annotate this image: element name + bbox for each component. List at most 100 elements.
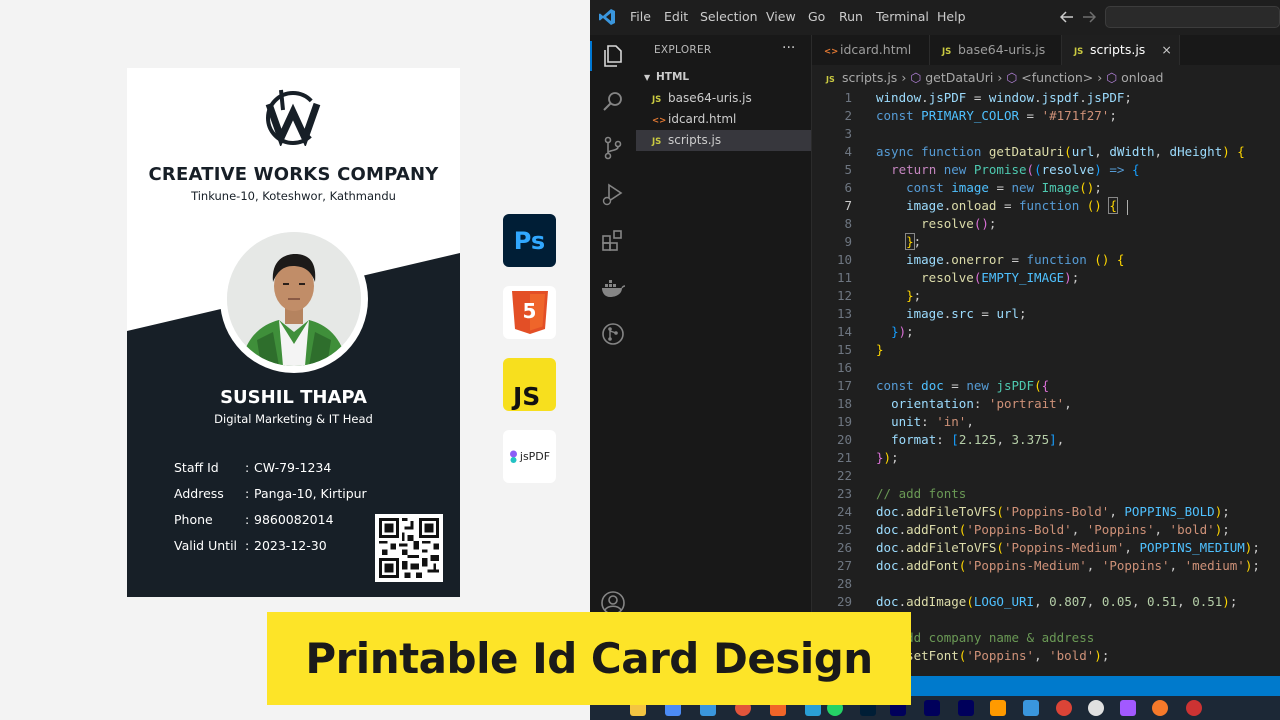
- html5-label: 5: [522, 299, 537, 323]
- file-name: scripts.js: [668, 133, 722, 147]
- menu-help[interactable]: Help: [937, 9, 966, 24]
- back-arrow-icon[interactable]: [1060, 11, 1074, 23]
- menu-run[interactable]: Run: [839, 9, 863, 24]
- menu-go[interactable]: Go: [808, 9, 825, 24]
- tab-idcard-html[interactable]: <> idcard.html: [812, 35, 930, 65]
- code-line: image.src = url;: [906, 306, 1027, 321]
- command-search-box[interactable]: [1105, 6, 1280, 28]
- extensions-icon[interactable]: [600, 227, 626, 253]
- figma-icon[interactable]: [1120, 700, 1136, 716]
- run-debug-icon[interactable]: [600, 181, 626, 207]
- code-line: doc.setFont('Poppins', 'bold');: [876, 648, 1110, 663]
- forward-arrow-icon[interactable]: [1082, 11, 1096, 23]
- line-number: 13: [836, 306, 852, 321]
- menu-edit[interactable]: Edit: [664, 9, 688, 24]
- code-editor[interactable]: 1 2 3 4 5 6 7 8 9 10 11 12 13 14 15 16 1…: [812, 88, 1280, 676]
- chrome-icon[interactable]: [1056, 700, 1072, 716]
- folder-html[interactable]: ▼ HTML: [644, 71, 689, 83]
- menu-terminal[interactable]: Terminal: [876, 9, 929, 24]
- tab-label: scripts.js: [1090, 42, 1146, 57]
- blender-icon[interactable]: [1152, 700, 1168, 716]
- menu-view[interactable]: View: [766, 9, 796, 24]
- code-line: });: [891, 324, 914, 339]
- code-line: // add fonts: [876, 486, 967, 501]
- menu-file[interactable]: File: [630, 9, 651, 24]
- info-separator: :: [245, 512, 250, 527]
- media-encoder-icon[interactable]: [924, 700, 940, 716]
- editor-tabs: <> idcard.html JS base64-uris.js JS scripts…: [812, 35, 1280, 65]
- html-file-icon: <>: [652, 116, 667, 126]
- photoshop-label: Ps: [513, 226, 546, 255]
- tab-base64-uris-js[interactable]: JS base64-uris.js: [930, 35, 1062, 65]
- code-line: doc.addFont('Poppins-Medium', 'Poppins',…: [876, 558, 1260, 573]
- line-number: 26: [836, 540, 852, 555]
- code-line: doc.addFileToVFS('Poppins-Bold', POPPINS…: [876, 504, 1230, 519]
- line-number: 12: [836, 288, 852, 303]
- close-icon[interactable]: ×: [1161, 42, 1171, 57]
- js-file-icon: JS: [1074, 47, 1084, 57]
- html-file-icon: <>: [824, 47, 839, 57]
- app-icon[interactable]: [1186, 700, 1202, 716]
- breadcrumb-function[interactable]: getDataUri: [925, 70, 993, 85]
- employee-role: Digital Marketing & IT Head: [214, 412, 373, 426]
- code-line: orientation: 'portrait',: [891, 396, 1072, 411]
- breadcrumb-file[interactable]: scripts.js: [842, 70, 897, 85]
- javascript-label: JS: [513, 382, 541, 411]
- company-name: CREATIVE WORKS COMPANY: [148, 164, 439, 185]
- title-banner: Printable Id Card Design: [267, 612, 911, 705]
- info-value: 2023-12-30: [254, 538, 327, 553]
- code-line: doc.addFont('Poppins-Bold', 'Poppins', '…: [876, 522, 1230, 537]
- folder-label: HTML: [656, 71, 690, 83]
- js-file-icon: JS: [826, 75, 835, 84]
- file-idcard-html[interactable]: <> idcard.html: [636, 109, 811, 130]
- file-name: base64-uris.js: [668, 91, 752, 105]
- line-number: 24: [836, 504, 852, 519]
- code-line: };: [905, 233, 922, 250]
- line-number: 15: [836, 342, 852, 357]
- explorer-sidebar: EXPLORER ··· ▼ HTML JS base64-uris.js <> id…: [636, 35, 812, 700]
- breadcrumb-onload[interactable]: onload: [1121, 70, 1163, 85]
- title-bar: File Edit Selection View Go Run Terminal…: [590, 0, 1280, 35]
- tab-label: base64-uris.js: [958, 42, 1046, 57]
- file-base64-uris-js[interactable]: JS base64-uris.js: [636, 88, 811, 109]
- breadcrumb-anonymous[interactable]: <function>: [1021, 70, 1093, 85]
- vscode-taskbar-icon[interactable]: [1023, 700, 1039, 716]
- code-line: unit: 'in',: [891, 414, 974, 429]
- code-line: resolve();: [921, 216, 997, 231]
- id-card: CREATIVE WORKS COMPANY Tinkune-10, Kotes…: [127, 68, 460, 597]
- premiere-icon[interactable]: [958, 700, 974, 716]
- docker-icon[interactable]: [600, 275, 626, 301]
- info-separator: :: [245, 460, 250, 475]
- source-control-icon[interactable]: [600, 135, 626, 161]
- file-scripts-js[interactable]: JS scripts.js: [636, 130, 811, 151]
- code-line: window.jsPDF = window.jspdf.jsPDF;: [876, 90, 1132, 105]
- code-line: return new Promise((resolve) => {: [891, 162, 1140, 177]
- employee-name: SUSHIL THAPA: [220, 387, 367, 408]
- app-icon[interactable]: [990, 700, 1006, 716]
- line-number: 23: [836, 486, 852, 501]
- tab-scripts-js[interactable]: JS scripts.js ×: [1062, 35, 1180, 65]
- jspdf-label: jsPDF: [519, 450, 551, 463]
- chevron-right-icon: ›: [997, 70, 1003, 85]
- line-number: 14: [836, 324, 852, 339]
- explorer-icon[interactable]: [600, 43, 626, 69]
- git-graph-icon[interactable]: [600, 321, 626, 347]
- line-number: 22: [836, 468, 852, 483]
- jspdf-icon: jsPDF: [503, 430, 556, 483]
- line-number: 4: [844, 144, 852, 159]
- javascript-icon: JS: [503, 358, 556, 411]
- symbol-method-icon: ⬡: [1006, 70, 1022, 85]
- menu-selection[interactable]: Selection: [700, 9, 758, 24]
- more-actions-icon[interactable]: ···: [782, 40, 795, 56]
- symbol-method-icon: ⬡: [1106, 70, 1122, 85]
- info-value: CW-79-1234: [254, 460, 332, 475]
- js-file-icon: JS: [652, 95, 662, 105]
- text-cursor: [1127, 200, 1128, 215]
- line-number: 18: [836, 396, 852, 411]
- info-row-valid-until: Valid Until:2023-12-30: [174, 538, 327, 553]
- search-icon[interactable]: [600, 89, 626, 115]
- chevron-right-icon: ›: [1097, 70, 1103, 85]
- app-icon[interactable]: [1088, 700, 1104, 716]
- info-row-address: Address: Panga-10, Kirtipur: [174, 486, 367, 501]
- info-row-staff-id: Staff Id: CW-79-1234: [174, 460, 331, 475]
